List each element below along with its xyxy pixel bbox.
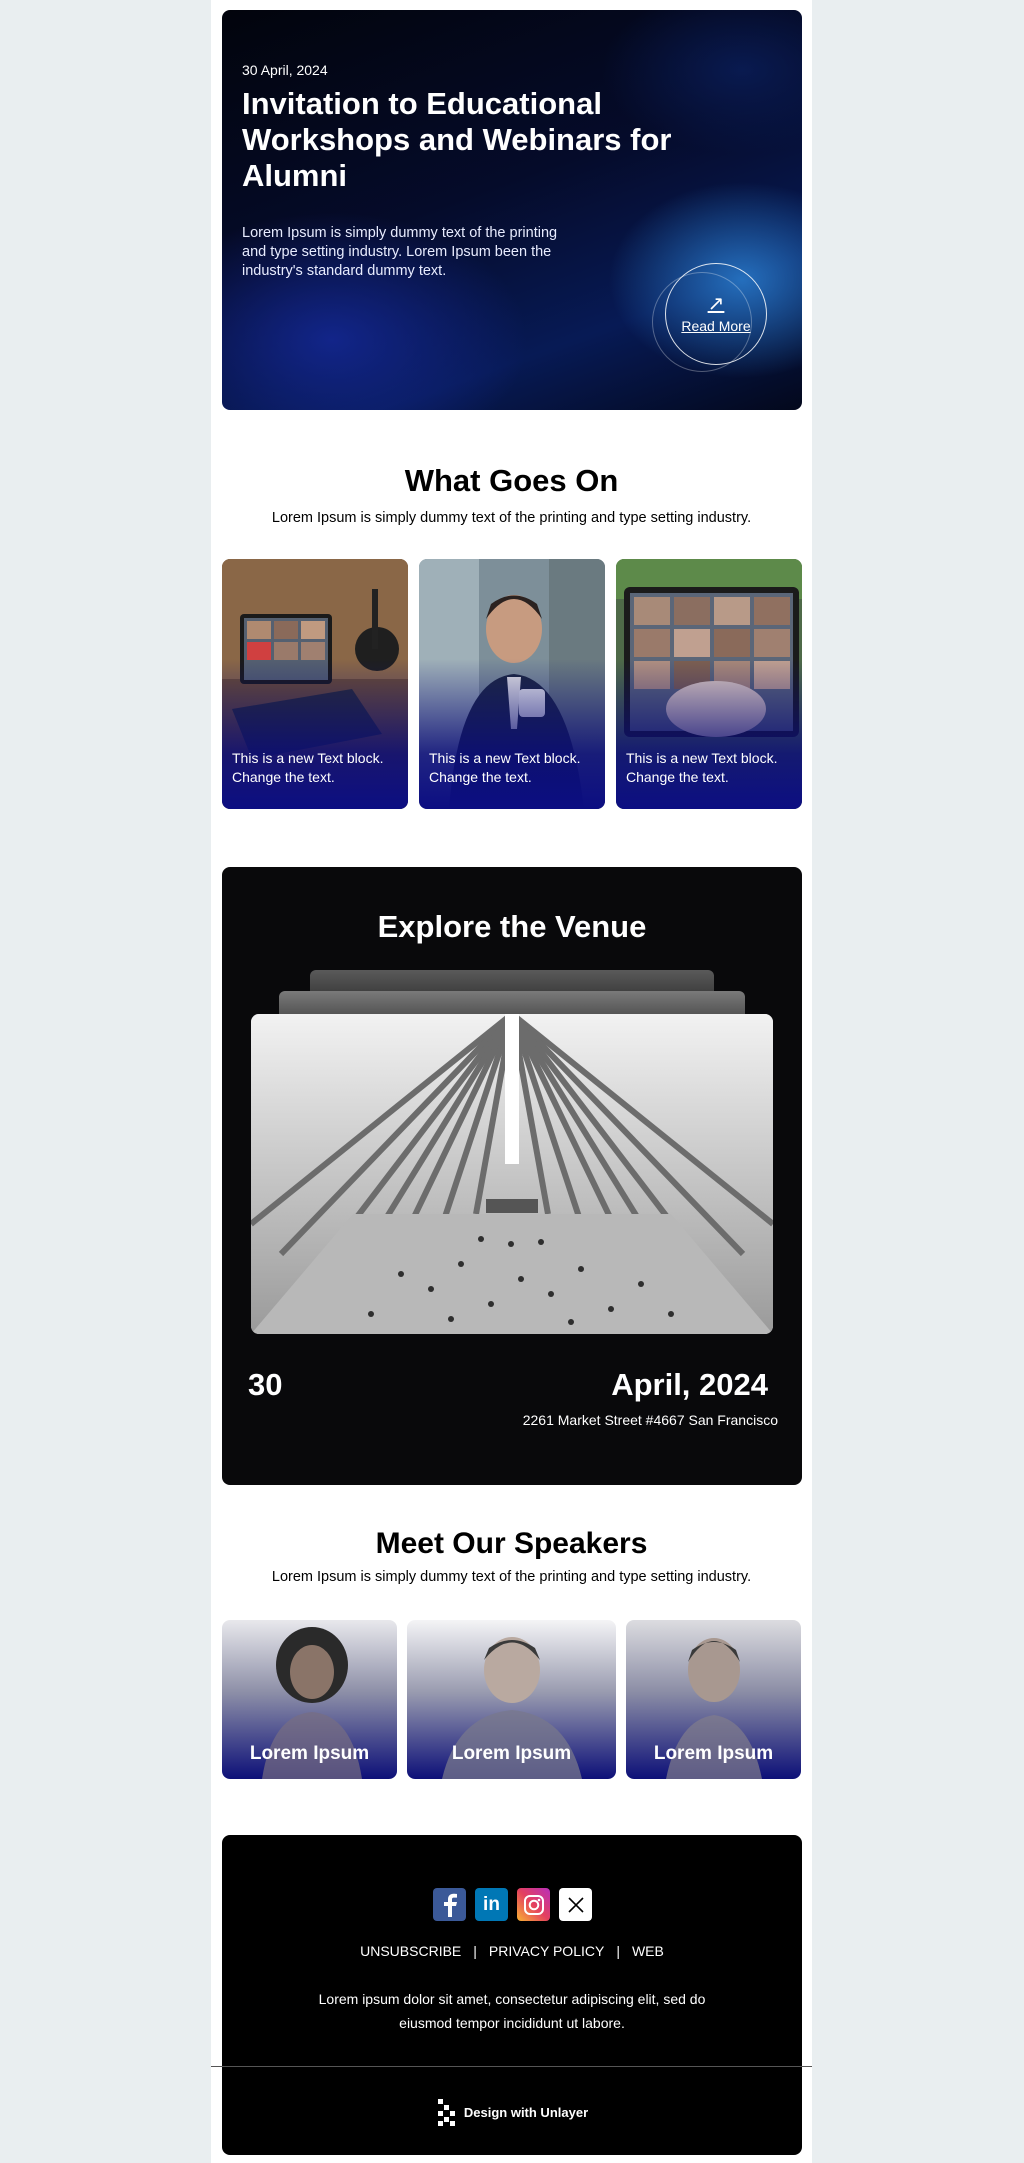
hero-date: 30 April, 2024 [242,62,328,78]
link-separator: | [473,1943,477,1959]
speaker-card[interactable]: Lorem Ipsum [626,1620,801,1779]
footer-text: Lorem ipsum dolor sit amet, consectetur … [318,1991,706,2031]
speaker-name: Lorem Ipsum [451,1743,572,1764]
venue-day: 30 [248,1367,283,1402]
hero-description: Lorem Ipsum is simply dummy text of the … [242,225,558,279]
instagram-icon[interactable] [517,1888,550,1921]
unlayer-logo-icon [437,2099,455,2126]
brand-label: Design with Unlayer [463,2104,589,2120]
section-title-what-goes-on: What Goes On [404,463,619,498]
speaker-name: Lorem Ipsum [249,1743,370,1764]
event-card-text: This is a new Text block. Change the tex… [232,750,384,785]
footer: in UNSUBSCRIBE | PRIVACY POLICY | WEB Lorem … [222,1835,802,2155]
read-more-link[interactable]: ↗ Read More [665,263,767,365]
section-subtitle-speakers: Lorem Ipsum is simply dummy text of the … [271,1569,752,1585]
venue-photo [251,1014,773,1334]
speaker-card[interactable]: Lorem Ipsum [222,1620,397,1779]
facebook-icon[interactable] [433,1888,466,1921]
section-title-speakers: Meet Our Speakers [375,1527,648,1560]
hero-banner: 30 April, 2024 Invitation to Educational… [222,10,802,410]
footer-links: UNSUBSCRIBE | PRIVACY POLICY | WEB [222,1943,802,1959]
web-link[interactable]: WEB [632,1943,664,1959]
event-card-text: This is a new Text block. Change the tex… [626,750,778,785]
speaker-name: Lorem Ipsum [653,1743,774,1764]
venue-title: Explore the Venue [377,909,647,944]
read-more-label: Read More [681,318,751,334]
event-card[interactable]: This is a new Text block. Change the tex… [616,559,802,809]
unsubscribe-link[interactable]: UNSUBSCRIBE [360,1943,461,1959]
speaker-card[interactable]: Lorem Ipsum [407,1620,616,1779]
event-card-text: This is a new Text block. Change the tex… [429,750,581,785]
event-card[interactable]: This is a new Text block. Change the tex… [419,559,605,809]
venue-section: Explore the Venue 30 April, 2024 2261 Ma… [222,867,802,1485]
footer-divider [211,2066,812,2067]
event-card[interactable]: This is a new Text block. Change the tex… [222,559,408,809]
section-subtitle-what-goes-on: Lorem Ipsum is simply dummy text of the … [271,510,752,526]
hero-title: Invitation to Educational Workshops and … [242,86,672,193]
privacy-policy-link[interactable]: PRIVACY POLICY [489,1943,604,1959]
venue-address: 2261 Market Street #4667 San Francisco [522,1412,778,1428]
unlayer-badge[interactable]: Design with Unlayer [222,2097,802,2127]
venue-month-year: April, 2024 [611,1367,768,1402]
arrow-up-right-icon: ↗ [707,293,725,315]
linkedin-icon[interactable]: in [475,1888,508,1921]
link-separator: | [616,1943,620,1959]
venue-image[interactable] [251,1014,773,1334]
x-icon[interactable] [559,1888,592,1921]
